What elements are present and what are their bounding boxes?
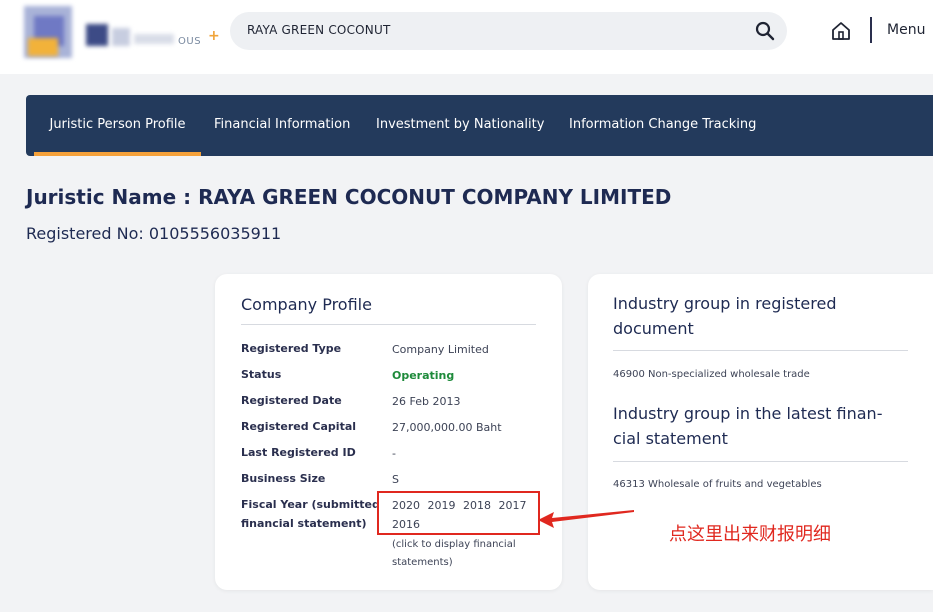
tab-information-change-tracking[interactable]: Information Change Tracking bbox=[569, 95, 756, 156]
top-header: OUS + RAYA GREEN COCONUT Menu bbox=[0, 0, 933, 74]
annotation-text: 点这里出来财报明细 bbox=[669, 524, 831, 545]
status-label: Status bbox=[241, 368, 282, 381]
last-registered-id-label: Last Registered ID bbox=[241, 446, 356, 459]
fiscal-year-links[interactable]: 2020 2019 2018 2017 2016 bbox=[392, 496, 532, 534]
registered-type-label: Registered Type bbox=[241, 342, 342, 355]
tab-financial-information[interactable]: Financial Information bbox=[214, 95, 350, 156]
header-divider bbox=[870, 17, 872, 43]
home-icon[interactable] bbox=[830, 20, 852, 42]
juristic-name-heading: Juristic Name : RAYA GREEN COCONUT COMPA… bbox=[26, 185, 672, 209]
card-divider bbox=[613, 350, 908, 351]
industry-registered-title: Industry group in registered document bbox=[613, 294, 837, 338]
profile-tabs: Juristic Person Profile Financial Inform… bbox=[26, 95, 933, 156]
logo-plus-mark: + bbox=[208, 28, 220, 44]
search-icon[interactable] bbox=[755, 21, 775, 41]
tab-juristic-person-profile[interactable]: Juristic Person Profile bbox=[34, 95, 201, 156]
card-divider bbox=[613, 461, 908, 462]
industry-latest-title: Industry group in the latest finan- cial… bbox=[613, 404, 883, 448]
industry-registered-value: 46900 Non-specialized wholesale trade bbox=[613, 369, 810, 380]
menu-button[interactable]: Menu bbox=[887, 22, 925, 38]
company-profile-title: Company Profile bbox=[241, 295, 372, 314]
business-size-value: S bbox=[392, 473, 399, 486]
annotation-arrow-icon bbox=[538, 510, 634, 528]
registered-capital-value: 27,000,000.00 Baht bbox=[392, 421, 502, 434]
search-input[interactable]: RAYA GREEN COCONUT bbox=[247, 23, 390, 37]
registered-date-value: 26 Feb 2013 bbox=[392, 395, 461, 408]
registered-date-label: Registered Date bbox=[241, 394, 342, 407]
company-profile-card: Company Profile Registered Type Company … bbox=[215, 274, 562, 590]
fiscal-year-hint: (click to display financial statements) bbox=[392, 539, 516, 568]
status-value: Operating bbox=[392, 369, 455, 382]
registered-number: Registered No: 0105556035911 bbox=[26, 224, 282, 243]
last-registered-id-value: - bbox=[392, 447, 396, 460]
registered-capital-label: Registered Capital bbox=[241, 420, 357, 433]
site-logo[interactable]: OUS + bbox=[20, 4, 220, 62]
registered-type-value: Company Limited bbox=[392, 343, 489, 356]
fiscal-year-label: Fiscal Year (submitted financial stateme… bbox=[241, 498, 380, 530]
industry-latest-value: 46313 Wholesale of fruits and vegetables bbox=[613, 479, 822, 490]
card-divider bbox=[241, 324, 536, 325]
logo-text: OUS bbox=[178, 36, 202, 47]
search-bar[interactable]: RAYA GREEN COCONUT bbox=[230, 12, 787, 50]
tab-investment-by-nationality[interactable]: Investment by Nationality bbox=[376, 95, 544, 156]
business-size-label: Business Size bbox=[241, 472, 326, 485]
